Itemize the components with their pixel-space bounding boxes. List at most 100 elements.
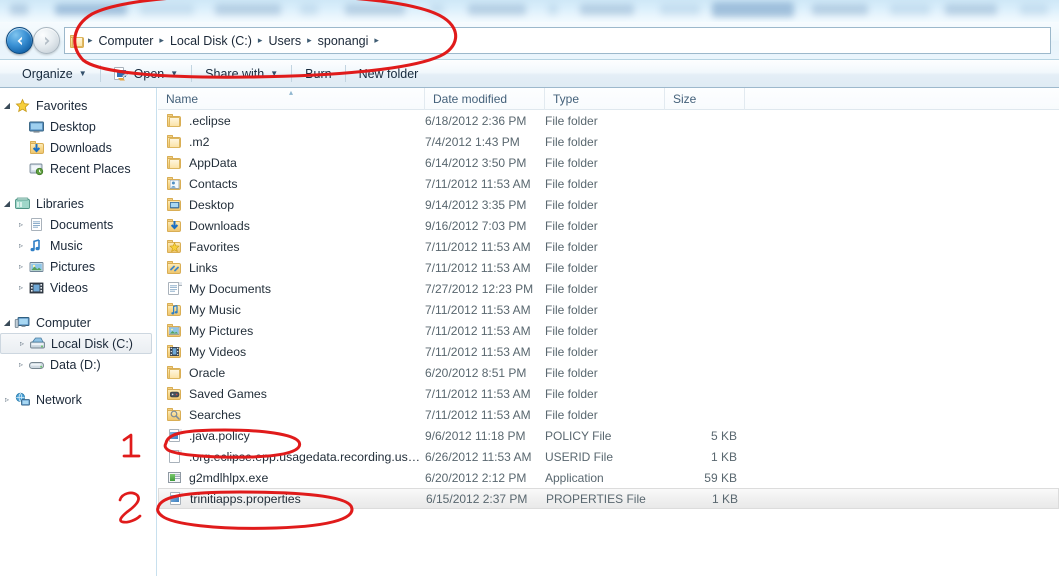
breadcrumb-local-disk-c[interactable]: Local Disk (C:) — [165, 32, 257, 50]
toolbar-divider — [291, 65, 293, 82]
sidebar-item-recent-places[interactable]: Recent Places — [0, 158, 156, 179]
expander-open-icon[interactable]: ◢ — [0, 318, 14, 327]
expander-icon[interactable]: ▹ — [0, 395, 14, 404]
star-icon — [14, 98, 31, 114]
sidebar-item-documents[interactable]: ▹ Documents — [0, 214, 156, 235]
open-button[interactable]: Open ▼ — [104, 63, 189, 85]
navigation-pane: ◢ Favorites Desktop Downloads Recent Pla… — [0, 88, 157, 576]
music-folder-icon — [166, 302, 183, 317]
table-row[interactable]: My Pictures 7/11/2012 11:53 AM File folder — [158, 320, 1059, 341]
cell-type: Application — [545, 470, 604, 485]
table-row[interactable]: .m2 7/4/2012 1:43 PM File folder — [158, 131, 1059, 152]
breadcrumb-separator[interactable]: ▸ — [373, 35, 380, 46]
table-row[interactable]: Desktop 9/14/2012 3:35 PM File folder — [158, 194, 1059, 215]
sidebar-item-downloads[interactable]: Downloads — [0, 137, 156, 158]
table-row[interactable]: .org.eclipse.epp.usagedata.recording.use… — [158, 446, 1059, 467]
table-row[interactable]: My Music 7/11/2012 11:53 AM File folder — [158, 299, 1059, 320]
table-row[interactable]: My Documents 7/27/2012 12:23 PM File folde… — [158, 278, 1059, 299]
burn-button[interactable]: Burn — [295, 63, 341, 85]
cell-date-modified: 6/20/2012 2:12 PM — [425, 470, 527, 485]
sidebar-group-favorites[interactable]: ◢ Favorites — [0, 95, 156, 116]
file-name: Oracle — [189, 365, 226, 380]
column-header-size[interactable]: Size — [665, 87, 745, 110]
cell-name: My Pictures — [158, 323, 425, 338]
expander-icon[interactable]: ▹ — [14, 220, 28, 229]
breadcrumb-computer[interactable]: Computer — [94, 32, 159, 50]
column-label: Size — [673, 91, 697, 106]
organize-button[interactable]: Organize ▼ — [12, 63, 97, 85]
address-bar[interactable]: ▸ Computer ▸ Local Disk (C:) ▸ Users ▸ s… — [64, 27, 1051, 54]
breadcrumb-sponangi[interactable]: sponangi — [313, 32, 374, 50]
folder-icon — [166, 134, 183, 149]
file-name: My Music — [189, 302, 241, 317]
cell-name: .org.eclipse.epp.usagedata.recording.use… — [158, 449, 425, 464]
expander-icon[interactable]: ▹ — [14, 241, 28, 250]
sidebar-group-libraries[interactable]: ◢ Libraries — [0, 193, 156, 214]
cell-size: 59 KB — [704, 470, 737, 485]
file-rows: .eclipse 6/18/2012 2:36 PM File folder .m2 7… — [158, 110, 1059, 576]
contacts-folder-icon — [166, 176, 183, 191]
column-header-type[interactable]: Type — [545, 87, 665, 110]
sidebar-label: Local Disk (C:) — [51, 336, 133, 351]
cell-date-modified: 7/11/2012 11:53 AM — [425, 302, 531, 317]
table-row[interactable]: AppData 6/14/2012 3:50 PM File folder — [158, 152, 1059, 173]
table-row[interactable]: My Videos 7/11/2012 11:53 AM File folder — [158, 341, 1059, 362]
table-row[interactable]: Downloads 9/16/2012 7:03 PM File folder — [158, 215, 1059, 236]
table-row[interactable]: Contacts 7/11/2012 11:53 AM File folder — [158, 173, 1059, 194]
cell-type: File folder — [545, 197, 598, 212]
sidebar-group-computer[interactable]: ◢ Computer — [0, 312, 156, 333]
column-header-date-modified[interactable]: Date modified — [425, 87, 545, 110]
expander-open-icon[interactable]: ◢ — [0, 199, 14, 208]
sidebar-item-data-d[interactable]: ▹ Data (D:) — [0, 354, 156, 375]
libraries-icon — [14, 196, 31, 212]
cell-name: My Music — [158, 302, 425, 317]
sidebar-group-network[interactable]: ▹ Network — [0, 389, 156, 410]
sidebar-item-pictures[interactable]: ▹ Pictures — [0, 256, 156, 277]
table-row[interactable]: Links 7/11/2012 11:53 AM File folder — [158, 257, 1059, 278]
table-row[interactable]: trinitiapps.properties 6/15/2012 2:37 PM P… — [158, 488, 1059, 509]
cell-size: 5 KB — [710, 428, 737, 443]
cell-name: My Documents — [158, 281, 425, 296]
file-name: Links — [189, 260, 218, 275]
expander-icon[interactable]: ▹ — [14, 283, 28, 292]
cell-date-modified: 7/11/2012 11:53 AM — [425, 323, 531, 338]
table-row[interactable]: .java.policy 9/6/2012 11:18 PM POLICY File… — [158, 425, 1059, 446]
burn-label: Burn — [305, 66, 332, 81]
breadcrumb-users[interactable]: Users — [263, 32, 306, 50]
chevron-down-icon: ▼ — [270, 69, 279, 78]
expander-icon[interactable]: ▹ — [14, 360, 28, 369]
table-row[interactable]: Searches 7/11/2012 11:53 AM File folder — [158, 404, 1059, 425]
cell-name: .java.policy — [158, 428, 425, 443]
java-document-icon — [167, 491, 184, 506]
cell-name: .eclipse — [158, 113, 425, 128]
column-header-name[interactable]: ▴ Name — [158, 87, 425, 110]
table-row[interactable]: Saved Games 7/11/2012 11:53 AM File folder — [158, 383, 1059, 404]
sidebar-item-local-disk-c[interactable]: ▹ Local Disk (C:) — [0, 333, 152, 354]
table-row[interactable]: Oracle 6/20/2012 8:51 PM File folder — [158, 362, 1059, 383]
table-row[interactable]: Favorites 7/11/2012 11:53 AM File folder — [158, 236, 1059, 257]
sidebar-label: Data (D:) — [50, 357, 101, 372]
sidebar-item-videos[interactable]: ▹ Videos — [0, 277, 156, 298]
table-row[interactable]: .eclipse 6/18/2012 2:36 PM File folder — [158, 110, 1059, 131]
new-folder-button[interactable]: New folder — [349, 63, 429, 85]
table-row[interactable]: g2mdlhlpx.exe 6/20/2012 2:12 PM Applicatio… — [158, 467, 1059, 488]
cell-type: PROPERTIES File — [546, 491, 646, 506]
expander-icon[interactable]: ▹ — [15, 339, 29, 348]
sidebar-label: Documents — [50, 217, 114, 232]
share-with-button[interactable]: Share with ▼ — [195, 63, 288, 85]
folder-icon — [69, 34, 85, 48]
cell-type: File folder — [545, 386, 598, 401]
sidebar-item-music[interactable]: ▹ Music — [0, 235, 156, 256]
sidebar-item-desktop[interactable]: Desktop — [0, 116, 156, 137]
videos-folder-icon — [166, 344, 183, 359]
back-button[interactable] — [6, 27, 33, 54]
expander-icon[interactable]: ▹ — [14, 262, 28, 271]
expander-open-icon[interactable]: ◢ — [0, 101, 14, 110]
forward-button[interactable] — [33, 27, 60, 54]
organize-label: Organize — [22, 66, 73, 81]
sidebar-label: Downloads — [50, 140, 112, 155]
cell-type: File folder — [545, 323, 598, 338]
java-document-icon — [166, 428, 183, 443]
cell-type: USERID File — [545, 449, 614, 464]
